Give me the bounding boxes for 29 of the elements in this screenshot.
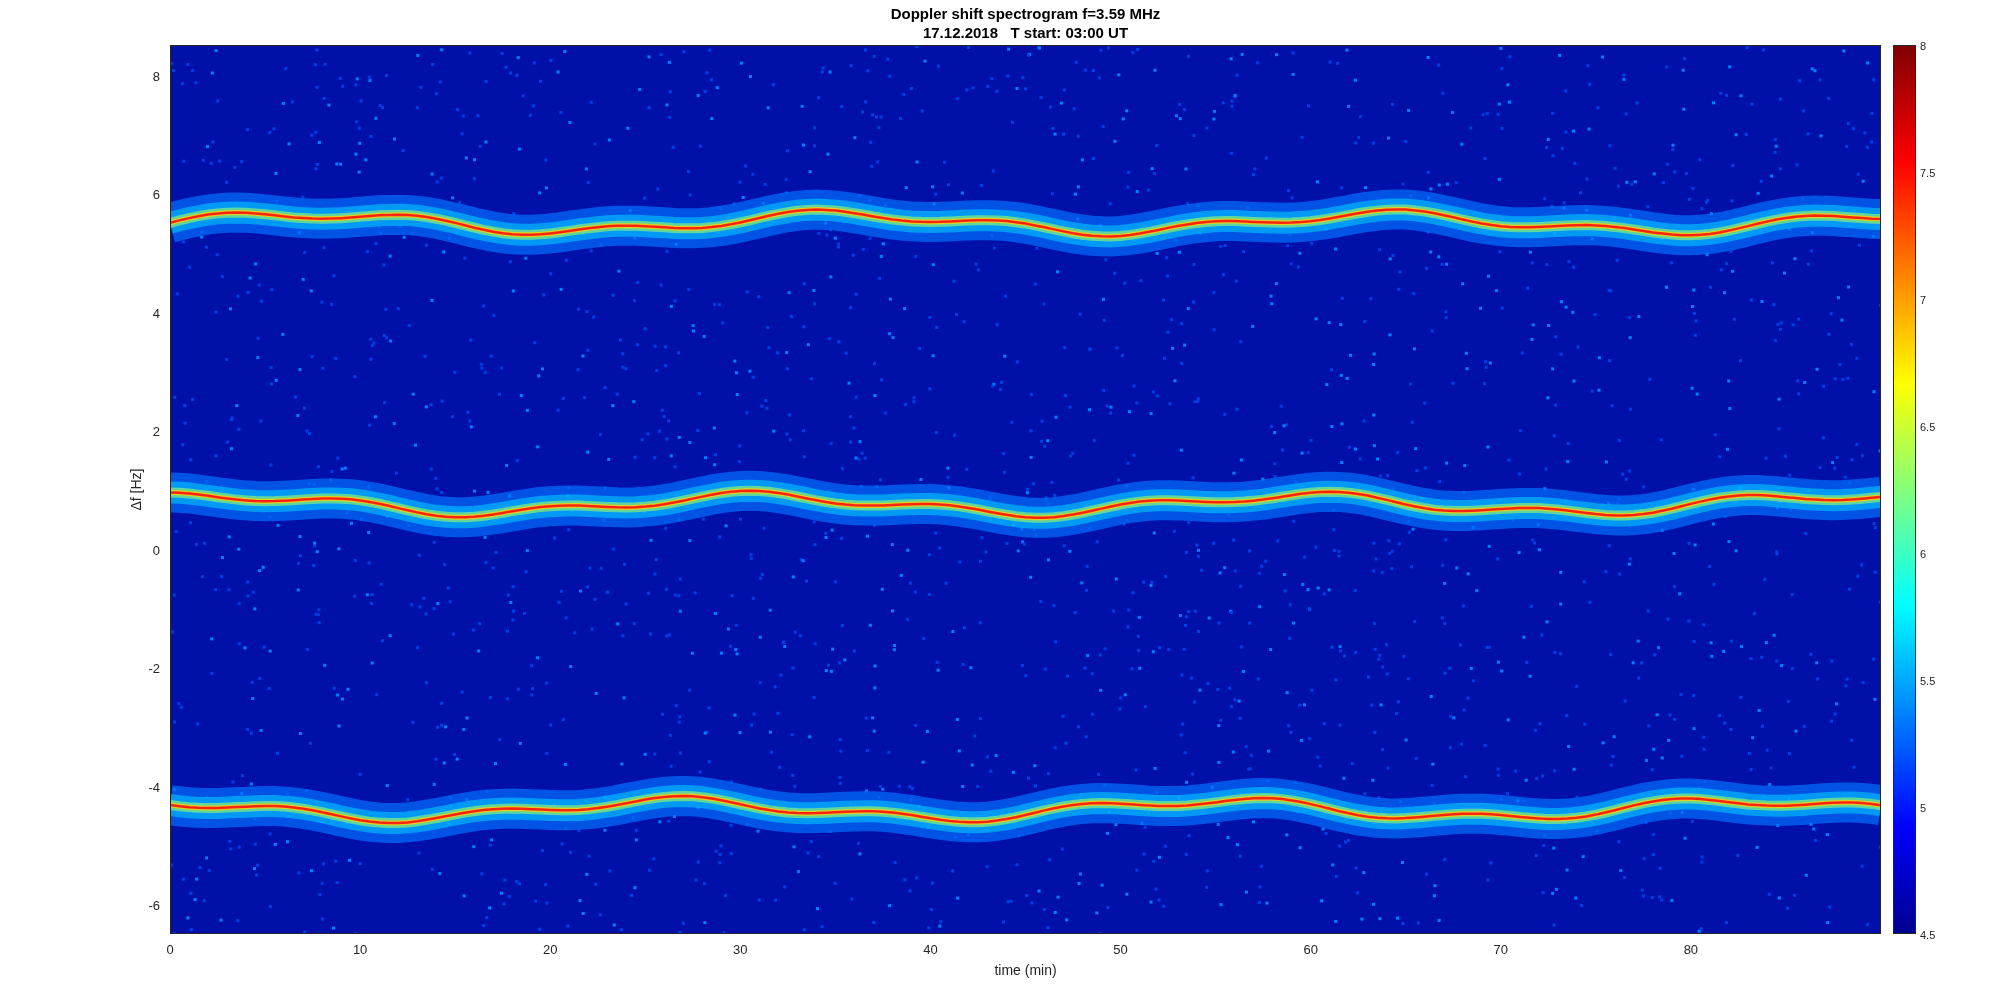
x-tick-label: 80: [1682, 941, 1700, 959]
x-tick-label: 0: [165, 941, 175, 959]
colorbar-tick-label: 7.5: [1920, 166, 1936, 181]
y-tick-label: 6: [151, 186, 160, 205]
y-axis-label: Δf [Hz]: [126, 468, 145, 511]
y-tick-label: 8: [151, 67, 160, 86]
x-tick-label: 40: [922, 941, 939, 959]
x-tick-label: 50: [1112, 941, 1129, 959]
chart-title: 17.12.2018 T start: 03:00 UT: [922, 23, 1129, 42]
chart-title: Doppler shift spectrogram f=3.59 MHz: [890, 4, 1161, 23]
x-axis-label: time (min): [994, 961, 1057, 980]
colorbar-tick-label: 6: [1920, 547, 1927, 562]
colorbar-tick-label: 4.5: [1920, 928, 1936, 943]
y-tick-label: 2: [151, 423, 160, 442]
colorbar-tick-label: 5: [1920, 801, 1927, 816]
x-tick-label: 30: [732, 941, 749, 959]
colorbar-tick-label: 6.5: [1920, 420, 1936, 435]
colorbar-tick-label: 7: [1920, 293, 1927, 308]
y-tick-label: -2: [147, 660, 160, 679]
y-tick-label: 4: [151, 304, 160, 323]
colorbar-tick-label: 8: [1920, 39, 1927, 54]
y-tick-label: -4: [147, 778, 160, 797]
colorbar-tick-label: 5.5: [1920, 674, 1936, 689]
y-tick-label: -6: [147, 897, 160, 916]
x-tick-label: 20: [542, 941, 559, 959]
x-tick-label: 60: [1302, 941, 1319, 959]
x-tick-label: 70: [1492, 941, 1509, 959]
y-tick-label: 0: [151, 541, 160, 560]
x-tick-label: 10: [351, 941, 369, 959]
